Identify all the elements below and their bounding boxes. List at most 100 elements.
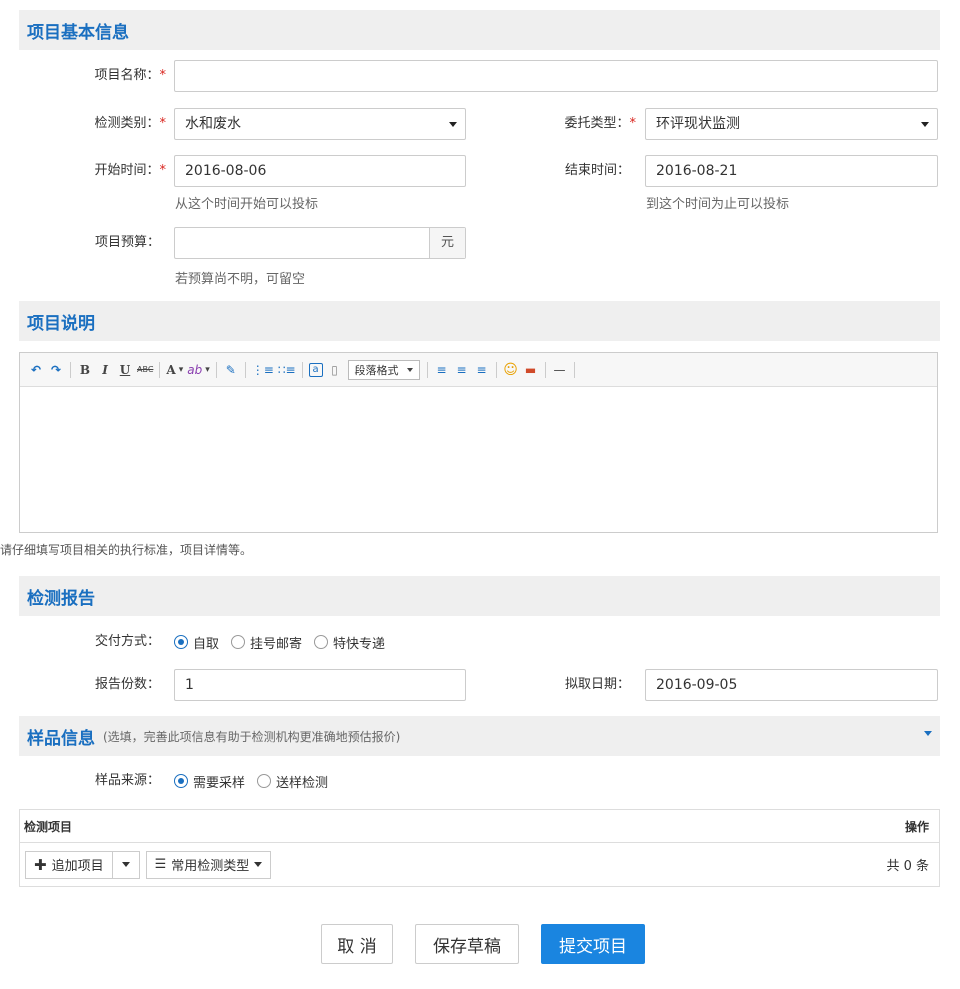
save-draft-button[interactable]: 保存草稿 [415,924,519,964]
required-mark: * [629,116,637,131]
item-count: 共 0 条 [886,859,929,874]
start-time-input[interactable]: 2016-08-06 [174,155,466,187]
required-mark: * [159,163,167,178]
budget-hint: 若预算尚不明，可留空 [175,272,306,287]
undo-icon[interactable]: ↶ [28,360,44,380]
entrust-type-select[interactable]: 环评现状监测 [645,108,938,140]
align-right-icon[interactable]: ≡ [474,360,490,380]
budget-label: 项目预算： [94,235,160,250]
sample-header[interactable]: 样品信息 (选填，完善此项信息有助于检测机构更准确地预估报价) [19,716,940,756]
cancel-button[interactable]: 取 消 [321,924,393,964]
table-header: 检测项目 操作 [20,810,939,843]
pickup-date-label: 拟取日期： [564,677,630,692]
strikethrough-button[interactable]: ABC [137,360,153,380]
sample-source-radios: 需要采样 送样检测 [174,765,340,797]
rich-text-editor: ↶ ↷ B I U ABC A ▾ ab ▾ ✎ ⋮≡ ∷≡ a ▯ 段落格式 ≡ … [19,352,938,533]
paragraph-format-select[interactable]: 段落格式 [347,359,420,380]
radio-unchecked-icon [231,635,246,649]
emoji-icon[interactable]: ☺ [503,360,519,380]
budget-input[interactable]: 元 [174,227,466,259]
horizontal-rule-icon[interactable]: — [552,360,568,380]
chevron-down-icon[interactable] [924,731,932,736]
bold-button[interactable]: B [77,360,93,380]
dropdown-arrow-icon [921,122,929,127]
toolbar-divider [544,361,546,378]
toolbar-divider [159,361,161,378]
end-time-hint: 到这个时间为止可以投标 [646,197,790,212]
editor-toolbar: ↶ ↷ B I U ABC A ▾ ab ▾ ✎ ⋮≡ ∷≡ a ▯ 段落格式 ≡ … [20,353,937,387]
dropdown-arrow-icon [449,122,457,127]
list-icon: ☰ [154,857,167,872]
toolbar-divider [244,361,246,378]
chevron-down-icon [121,862,130,867]
page-icon[interactable]: ▯ [327,360,343,380]
toolbar-divider [573,361,575,378]
start-time-label: 开始时间：* [94,163,167,178]
delivery-option-express[interactable]: 特快专递 [314,633,385,652]
eraser-icon[interactable]: ✎ [223,360,239,380]
font-color-button[interactable]: A ▾ [166,360,183,380]
chevron-down-icon [406,367,413,372]
report-copies-label: 报告份数： [94,677,160,692]
project-name-label: 项目名称：* [94,68,166,83]
radio-checked-icon [174,635,188,649]
unordered-list-icon[interactable]: ∷≡ [278,360,296,380]
category-label: 检测类别：* [94,116,166,131]
common-types-button[interactable]: ☰ 常用检测类型 [145,850,272,879]
highlight-button[interactable]: ab ▾ [187,360,210,380]
redo-icon[interactable]: ↷ [48,360,64,380]
toolbar-divider [70,361,71,378]
delivery-method-label: 交付方式： [94,634,160,649]
toolbar-divider [495,361,497,378]
toolbar-divider [301,361,303,378]
toolbar-divider [426,361,428,378]
category-select[interactable]: 水和废水 [174,108,466,140]
radio-checked-icon [174,774,188,788]
chevron-down-icon [254,862,263,867]
entrust-type-label: 委托类型：* [564,116,637,131]
add-item-dropdown-toggle[interactable] [111,850,140,879]
ordered-list-icon[interactable]: ⋮≡ [252,360,274,380]
column-header-item: 检测项目 [24,819,73,834]
sample-source-label: 样品来源： [94,773,160,788]
start-time-hint: 从这个时间开始可以投标 [175,197,319,212]
align-center-icon[interactable]: ≡ [454,360,470,380]
pickup-date-input[interactable]: 2016-09-05 [645,669,938,701]
report-header: 检测报告 [19,576,940,616]
underline-button[interactable]: U [117,360,133,380]
end-time-input[interactable]: 2016-08-21 [645,155,938,187]
source-option-send-sample[interactable]: 送样检测 [257,772,328,791]
highlight-glyph: ab [187,362,203,377]
image-icon[interactable]: ▬ [523,360,539,380]
project-name-input[interactable] [174,60,938,92]
entrust-type-value: 环评现状监测 [656,116,740,132]
report-copies-input[interactable]: 1 [174,669,466,701]
align-left-icon[interactable]: ≡ [434,360,450,380]
toolbar-divider [215,361,217,378]
editor-content-area[interactable] [20,387,937,532]
plus-icon: ✚ [34,855,47,874]
sample-title: 样品信息 [27,728,95,749]
anchor-icon[interactable]: a [308,362,323,377]
sample-note: (选填，完善此项信息有助于检测机构更准确地预估报价) [103,729,401,744]
report-title: 检测报告 [27,588,95,609]
description-header: 项目说明 [19,301,940,341]
test-items-table: 检测项目 操作 ✚ 追加项目 ☰ 常用检测类型 共 0 条 [19,809,940,887]
budget-unit-addon: 元 [429,228,465,258]
delivery-option-registered-mail[interactable]: 挂号邮寄 [231,633,302,652]
source-option-sampling[interactable]: 需要采样 [174,772,245,791]
table-footer-row: ✚ 追加项目 ☰ 常用检测类型 共 0 条 [20,843,939,886]
delivery-method-radios: 自取 挂号邮寄 特快专递 [174,626,397,658]
description-title: 项目说明 [27,313,95,334]
italic-button[interactable]: I [97,360,113,380]
basic-info-header: 项目基本信息 [19,10,940,50]
delivery-option-self-pickup[interactable]: 自取 [174,633,219,652]
add-item-button[interactable]: ✚ 追加项目 [25,850,113,879]
column-header-action: 操作 [904,819,929,834]
basic-info-title: 项目基本信息 [27,22,129,43]
submit-button[interactable]: 提交项目 [541,924,645,964]
category-value: 水和废水 [185,116,241,132]
radio-unchecked-icon [314,635,329,649]
end-time-label: 结束时间： [564,163,630,178]
chevron-down-icon: ▾ [178,364,184,375]
